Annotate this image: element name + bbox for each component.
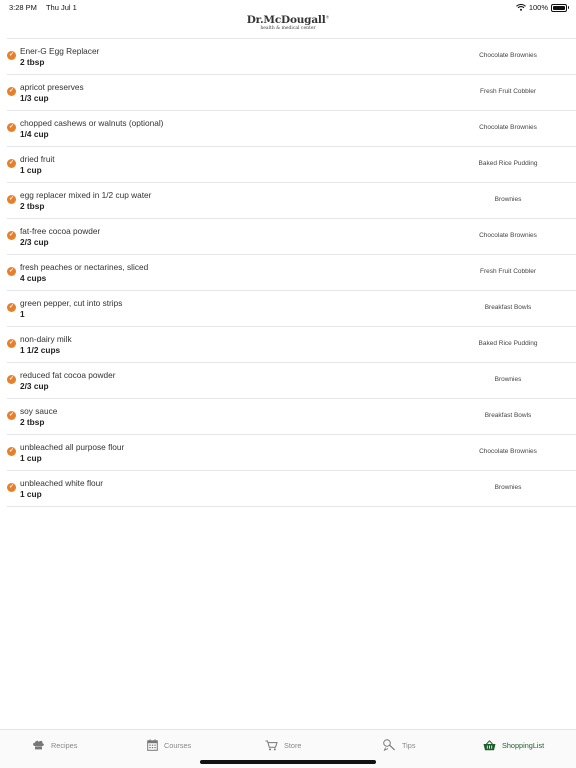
ingredient-quantity: 2/3 cup <box>20 237 49 247</box>
tab-store[interactable]: Store <box>265 739 301 751</box>
recipe-name: Baked Rice Pudding <box>478 160 538 167</box>
tab-courses[interactable]: Courses <box>147 739 191 751</box>
list-item[interactable]: ✓ green pepper, cut into strips 1 Breakf… <box>7 291 576 327</box>
status-bar: 3:28 PM Thu Jul 1 100% <box>0 0 576 14</box>
list-item[interactable]: ✓ non-dairy milk 1 1/2 cups Baked Rice P… <box>7 327 576 363</box>
ingredient-name: chopped cashews or walnuts (optional) <box>20 118 164 128</box>
check-icon[interactable]: ✓ <box>7 195 16 204</box>
ingredient-name: unbleached all purpose flour <box>20 442 125 452</box>
tab-label: Courses <box>164 740 192 750</box>
tips-icon <box>383 739 396 751</box>
list-item[interactable]: ✓ chopped cashews or walnuts (optional) … <box>7 111 576 147</box>
tab-label: ShoppingList <box>502 740 545 750</box>
tab-label: Store <box>284 740 302 750</box>
ingredient-name: fat-free cocoa powder <box>20 226 101 236</box>
check-icon[interactable]: ✓ <box>7 123 16 132</box>
ingredient-name: dried fruit <box>20 154 55 164</box>
cart-icon <box>265 740 278 750</box>
ingredient-quantity: 1/3 cup <box>20 93 49 103</box>
recipe-name: Breakfast Bowls <box>484 304 532 311</box>
check-icon[interactable]: ✓ <box>7 303 16 312</box>
check-icon[interactable]: ✓ <box>7 375 16 384</box>
list-item[interactable]: ✓ fat-free cocoa powder 2/3 cup Chocolat… <box>7 219 576 255</box>
check-icon[interactable]: ✓ <box>7 339 16 348</box>
status-date: Thu Jul 1 <box>45 3 77 12</box>
check-icon[interactable]: ✓ <box>7 267 16 276</box>
logo-name: Dr.McDougall® <box>246 14 330 26</box>
ingredient-name: soy sauce <box>20 406 58 416</box>
basket-icon <box>483 739 496 750</box>
recipe-name: Chocolate Brownies <box>479 124 537 131</box>
list-item[interactable]: ✓ Ener-G Egg Replacer 2 tbsp Chocolate B… <box>7 39 576 75</box>
status-right: 100% <box>515 3 569 12</box>
ingredient-name: non-dairy milk <box>20 334 72 344</box>
ingredient-quantity: 2 tbsp <box>20 201 45 211</box>
ingredient-name: reduced fat cocoa powder <box>20 370 116 380</box>
calendar-icon <box>147 739 158 751</box>
recipe-name: Brownies <box>494 196 522 203</box>
ingredient-name: Ener-G Egg Replacer <box>20 46 100 56</box>
battery-percent: 100% <box>528 3 548 12</box>
logo-subtitle: health & medical center <box>260 26 316 31</box>
recipe-name: Brownies <box>494 376 522 383</box>
status-time-group: 3:28 PM Thu Jul 1 <box>9 3 77 12</box>
tab-label: Tips <box>402 740 416 750</box>
list-item[interactable]: ✓ fresh peaches or nectarines, sliced 4 … <box>7 255 576 291</box>
recipe-name: Fresh Fruit Cobbler <box>480 88 536 95</box>
tab-label: Recipes <box>51 740 78 750</box>
ingredient-name: green pepper, cut into strips <box>20 298 123 308</box>
recipe-name: Chocolate Brownies <box>479 232 537 239</box>
wifi-icon <box>515 4 526 11</box>
list-item[interactable]: ✓ egg replacer mixed in 1/2 cup water 2 … <box>7 183 576 219</box>
recipe-name: Baked Rice Pudding <box>478 340 538 347</box>
check-icon[interactable]: ✓ <box>7 483 16 492</box>
ingredient-quantity: 1 1/2 cups <box>20 345 61 355</box>
ingredient-name: egg replacer mixed in 1/2 cup water <box>20 190 152 200</box>
recipe-name: Breakfast Bowls <box>484 412 532 419</box>
ingredient-name: apricot preserves <box>20 82 84 92</box>
home-indicator[interactable] <box>200 760 376 764</box>
ingredient-name: unbleached white flour <box>20 478 104 488</box>
battery-icon <box>551 3 569 12</box>
shopping-list: ✓ Ener-G Egg Replacer 2 tbsp Chocolate B… <box>7 38 576 507</box>
ingredient-quantity: 1 cup <box>20 165 42 175</box>
chef-hat-icon <box>33 740 44 750</box>
ingredient-quantity: 2 tbsp <box>20 417 45 427</box>
check-icon[interactable]: ✓ <box>7 159 16 168</box>
logo-mark: ® <box>325 14 330 20</box>
recipe-name: Chocolate Brownies <box>479 448 537 455</box>
ingredient-quantity: 1 cup <box>20 489 42 499</box>
check-icon[interactable]: ✓ <box>7 231 16 240</box>
status-time: 3:28 PM <box>9 3 37 12</box>
tab-recipes[interactable]: Recipes <box>32 739 77 751</box>
ingredient-quantity: 4 cups <box>20 273 47 283</box>
check-icon[interactable]: ✓ <box>7 87 16 96</box>
recipe-name: Brownies <box>494 484 522 491</box>
tab-shoppinglist[interactable]: ShoppingList <box>483 739 544 751</box>
check-icon[interactable]: ✓ <box>7 51 16 60</box>
tab-bar: Recipes Courses Store Tips ShoppingList <box>0 729 576 768</box>
check-icon[interactable]: ✓ <box>7 411 16 420</box>
ingredient-name: fresh peaches or nectarines, sliced <box>20 262 149 272</box>
recipe-name: Chocolate Brownies <box>479 52 537 59</box>
tab-tips[interactable]: Tips <box>383 739 416 751</box>
ingredient-quantity: 2/3 cup <box>20 381 49 391</box>
ingredient-quantity: 1/4 cup <box>20 129 49 139</box>
check-icon[interactable]: ✓ <box>7 447 16 456</box>
recipe-name: Fresh Fruit Cobbler <box>480 268 536 275</box>
ingredient-quantity: 1 cup <box>20 453 42 463</box>
list-item[interactable]: ✓ dried fruit 1 cup Baked Rice Pudding <box>7 147 576 183</box>
list-item[interactable]: ✓ unbleached all purpose flour 1 cup Cho… <box>7 435 576 471</box>
list-item[interactable]: ✓ reduced fat cocoa powder 2/3 cup Brown… <box>7 363 576 399</box>
list-item[interactable]: ✓ apricot preserves 1/3 cup Fresh Fruit … <box>7 75 576 111</box>
list-item[interactable]: ✓ unbleached white flour 1 cup Brownies <box>7 471 576 507</box>
list-item[interactable]: ✓ soy sauce 2 tbsp Breakfast Bowls <box>7 399 576 435</box>
ingredient-quantity: 2 tbsp <box>20 57 45 67</box>
ingredient-quantity: 1 <box>20 309 25 319</box>
app-logo: Dr.McDougall® health & medical center <box>0 14 576 31</box>
